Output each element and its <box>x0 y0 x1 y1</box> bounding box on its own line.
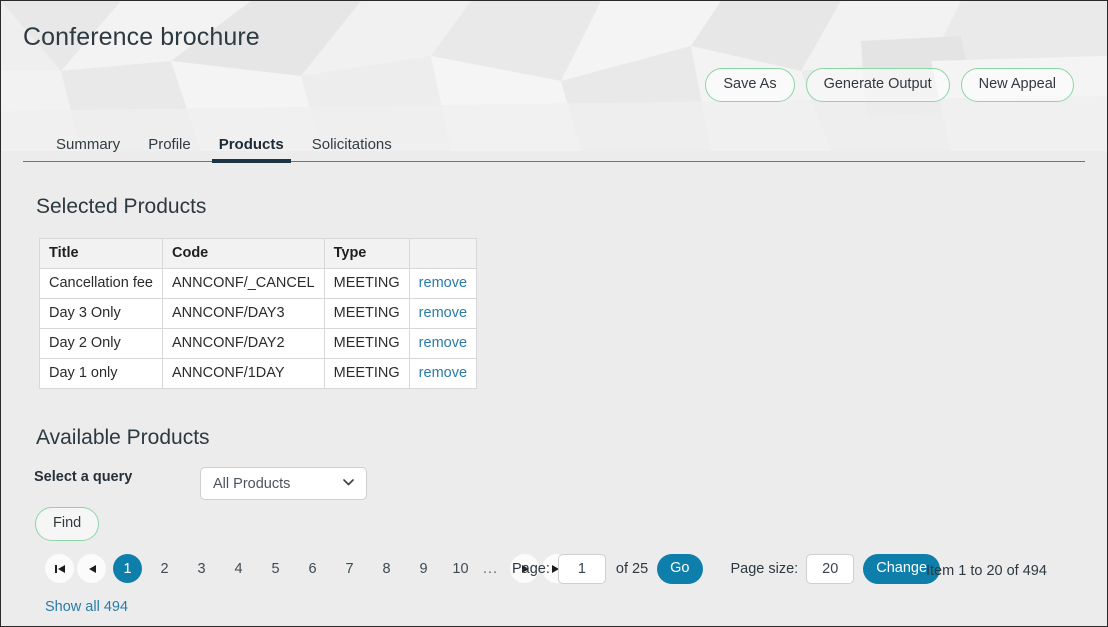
selected-products-heading: Selected Products <box>36 195 207 218</box>
go-button[interactable]: Go <box>657 554 703 584</box>
cell-action: remove <box>408 268 478 299</box>
cell-type: MEETING <box>323 268 410 299</box>
page-size-label: Page size: <box>730 561 799 577</box>
cell-title: Cancellation fee <box>39 268 163 299</box>
available-products-heading: Available Products <box>36 426 210 449</box>
column-header-title: Title <box>39 238 163 269</box>
column-header-actions <box>409 238 478 269</box>
cell-code: ANNCONF/DAY3 <box>162 298 325 329</box>
page-ellipsis: ... <box>483 560 499 577</box>
page-number-input[interactable] <box>557 554 606 584</box>
page-number-2[interactable]: 2 <box>150 554 179 583</box>
header-action-bar: Save As Generate Output New Appeal <box>705 68 1074 102</box>
cell-title: Day 3 Only <box>39 298 163 329</box>
page-navigation-controls: Page: of 25 Go Page size: Change <box>512 554 941 584</box>
tab-summary[interactable]: Summary <box>42 136 134 161</box>
show-all-link[interactable]: Show all 494 <box>45 599 128 615</box>
remove-product-link[interactable]: remove <box>419 335 467 351</box>
item-count-text: Item 1 to 20 of 494 <box>926 563 1047 579</box>
tab-profile[interactable]: Profile <box>134 136 205 161</box>
page-number-4[interactable]: 4 <box>224 554 253 583</box>
pagination-controls: 1 2 3 4 5 6 7 8 9 10 ... <box>45 554 572 583</box>
selected-products-table: Title Code Type Cancellation fee ANNCONF… <box>39 238 478 389</box>
cell-type: MEETING <box>323 358 410 389</box>
page-number-9[interactable]: 9 <box>409 554 438 583</box>
table-row: Day 3 Only ANNCONF/DAY3 MEETING remove <box>39 298 478 329</box>
remove-product-link[interactable]: remove <box>419 365 467 381</box>
table-body: Cancellation fee ANNCONF/_CANCEL MEETING… <box>39 268 478 389</box>
find-button[interactable]: Find <box>35 507 100 541</box>
remove-product-link[interactable]: remove <box>419 275 467 291</box>
remove-product-link[interactable]: remove <box>419 305 467 321</box>
cell-title: Day 1 only <box>39 358 163 389</box>
cell-code: ANNCONF/1DAY <box>162 358 325 389</box>
table-header-row: Title Code Type <box>39 238 478 269</box>
cell-code: ANNCONF/_CANCEL <box>162 268 325 299</box>
tab-bar: Summary Profile Products Solicitations <box>23 131 1085 163</box>
page-number-8[interactable]: 8 <box>372 554 401 583</box>
page-total-text: of 25 <box>615 561 649 577</box>
page-number-1[interactable]: 1 <box>113 554 142 583</box>
previous-page-icon[interactable] <box>77 554 106 583</box>
table-header: Title Code Type <box>39 238 478 269</box>
cell-action: remove <box>408 358 478 389</box>
page-number-7[interactable]: 7 <box>335 554 364 583</box>
page-title: Conference brochure <box>23 23 260 51</box>
new-appeal-button[interactable]: New Appeal <box>960 68 1074 102</box>
cell-title: Day 2 Only <box>39 328 163 359</box>
page-number-5[interactable]: 5 <box>261 554 290 583</box>
select-a-query-label: Select a query <box>34 469 133 485</box>
cell-type: MEETING <box>323 328 410 359</box>
first-page-icon[interactable] <box>45 554 74 583</box>
cell-action: remove <box>408 328 478 359</box>
selected-products-table-wrapper: Title Code Type Cancellation fee ANNCONF… <box>39 238 478 389</box>
table-row: Cancellation fee ANNCONF/_CANCEL MEETING… <box>39 268 478 299</box>
save-as-button[interactable]: Save As <box>705 68 795 102</box>
tab-solicitations[interactable]: Solicitations <box>298 136 406 161</box>
cell-type: MEETING <box>323 298 410 329</box>
table-row: Day 1 only ANNCONF/1DAY MEETING remove <box>39 358 478 389</box>
page-label: Page: <box>512 561 550 577</box>
cell-action: remove <box>408 298 478 329</box>
page-number-3[interactable]: 3 <box>187 554 216 583</box>
query-select[interactable]: All Products <box>200 467 367 500</box>
page-size-input[interactable] <box>806 554 855 584</box>
column-header-type: Type <box>323 238 410 269</box>
tab-products[interactable]: Products <box>205 136 298 163</box>
table-row: Day 2 Only ANNCONF/DAY2 MEETING remove <box>39 328 478 359</box>
generate-output-button[interactable]: Generate Output <box>805 68 950 102</box>
page-number-10[interactable]: 10 <box>446 554 475 583</box>
cell-code: ANNCONF/DAY2 <box>162 328 325 359</box>
page-number-6[interactable]: 6 <box>298 554 327 583</box>
page-root: Conference brochure Save As Generate Out… <box>0 0 1108 627</box>
column-header-code: Code <box>162 238 325 269</box>
